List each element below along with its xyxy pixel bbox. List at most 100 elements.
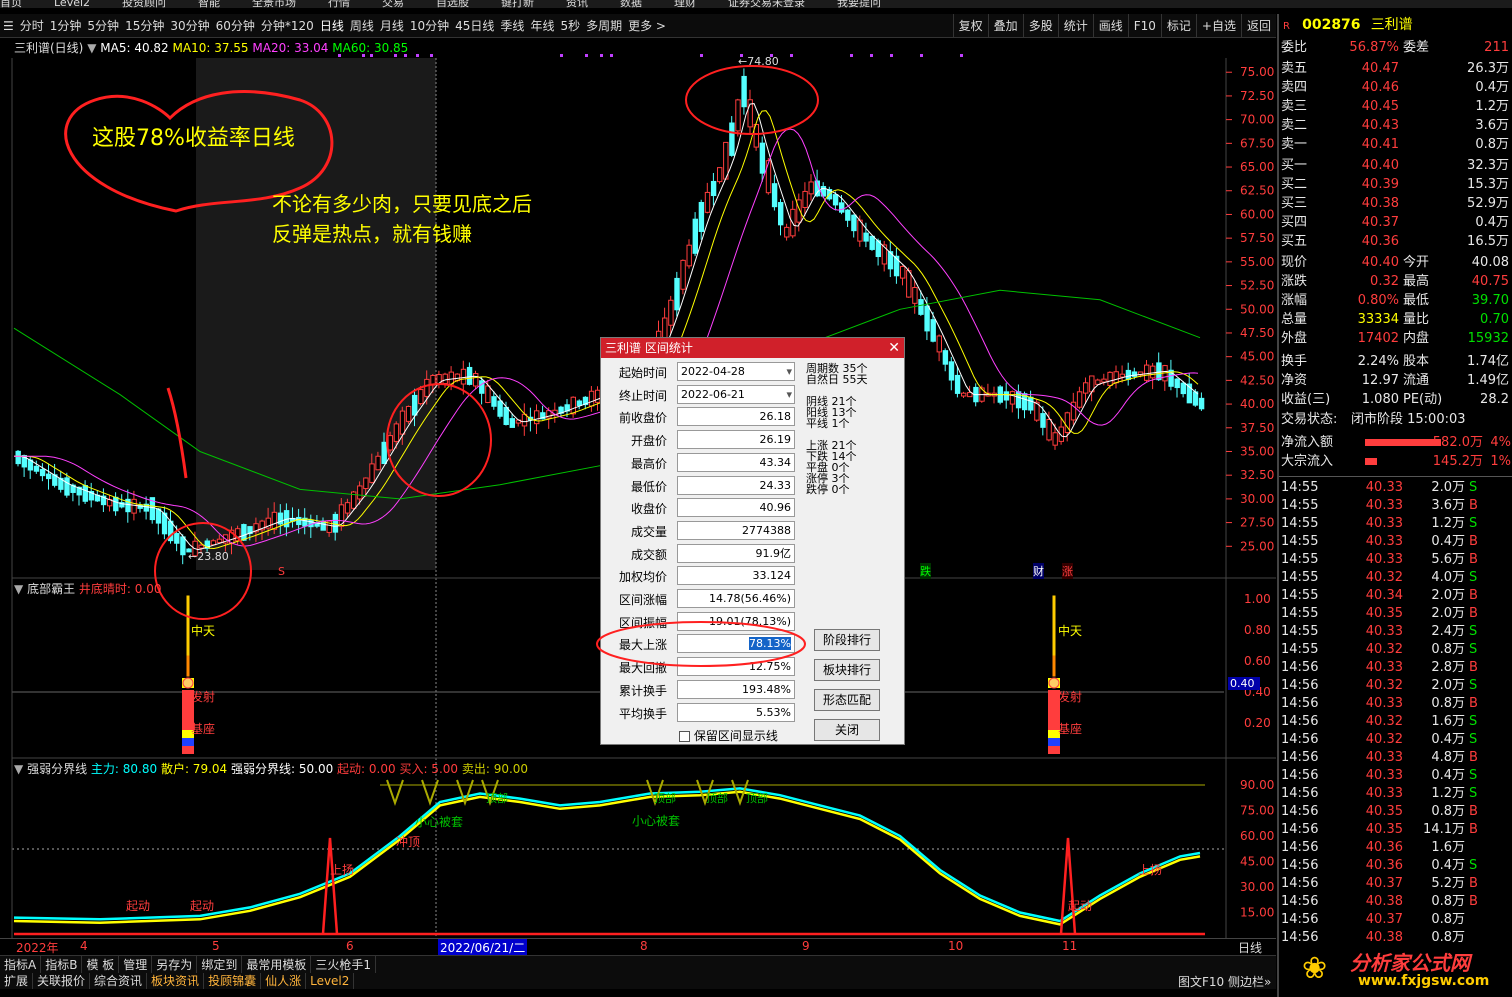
tick-side: S: [1469, 858, 1478, 873]
divider: [1279, 476, 1512, 477]
extension-tab[interactable]: 投顾锦囊: [204, 973, 262, 989]
extension-tab[interactable]: 扩展: [0, 973, 34, 989]
date-picker[interactable]: 2022-06-21 ▾: [677, 384, 795, 404]
extension-tab[interactable]: 板块资讯: [147, 973, 205, 989]
toolbar-button[interactable]: +自选: [1195, 14, 1241, 38]
collapse-icon[interactable]: ▼: [14, 582, 23, 596]
stat-label: 量比: [1403, 312, 1430, 327]
field-value: 5.53%: [677, 702, 795, 722]
top-menu-item[interactable]: 行情: [328, 0, 350, 8]
toolbar-button[interactable]: 复权: [952, 14, 988, 38]
period-tab[interactable]: 30分钟: [167, 14, 212, 38]
toolbar-button[interactable]: 返回: [1240, 14, 1276, 38]
ind2-sanhu: 散户: 79.04: [160, 762, 228, 776]
extension-tab[interactable]: 综合资讯: [90, 973, 148, 989]
period-tab[interactable]: 日线: [317, 14, 347, 38]
collapse-icon[interactable]: ▼: [14, 762, 23, 776]
toolbar-button[interactable]: 多股: [1022, 14, 1058, 38]
toolbar-button[interactable]: 画线: [1092, 14, 1128, 38]
tick-price: 40.33: [1365, 534, 1403, 549]
f10-sidebar-toggle[interactable]: 图文F10 侧边栏»: [1178, 973, 1271, 990]
close-icon[interactable]: ✕: [888, 338, 900, 358]
dialog-button[interactable]: 阶段排行: [814, 629, 880, 651]
indicator-tab[interactable]: 模 板: [82, 956, 120, 974]
top-menu-item[interactable]: 我要提问: [837, 0, 881, 8]
period-tab[interactable]: 5秒: [557, 14, 583, 38]
period-tab[interactable]: 分时: [17, 14, 47, 38]
date-picker[interactable]: 2022-04-28 ▾: [677, 362, 795, 381]
indicator-tab[interactable]: 另存为: [152, 956, 198, 974]
extension-tab[interactable]: 关联报价: [33, 973, 91, 989]
toolbar-button[interactable]: 叠加: [987, 14, 1023, 38]
dialog-titlebar[interactable]: 三利谱 区间统计 ✕: [601, 338, 904, 358]
period-label[interactable]: 日线: [1238, 939, 1262, 956]
tick-price: 40.32: [1365, 714, 1403, 729]
tick-time: 14:55: [1281, 642, 1319, 657]
top-menu-item[interactable]: 资讯: [566, 0, 588, 8]
top-menu-item[interactable]: 投资顾问: [122, 0, 166, 8]
toolbar-button[interactable]: 标记: [1160, 14, 1196, 38]
dialog-button[interactable]: 关闭: [814, 719, 880, 741]
top-menu-item[interactable]: 证券交易未登录: [728, 0, 805, 8]
period-tab[interactable]: 更多 >: [625, 14, 669, 38]
top-menu-item[interactable]: 交易: [382, 0, 404, 8]
toolbar-button[interactable]: 统计: [1057, 14, 1093, 38]
event-mark-die[interactable]: 跌: [920, 563, 931, 579]
period-tab[interactable]: 45日线: [452, 14, 497, 38]
period-tab[interactable]: 多周期: [583, 14, 625, 38]
indicator-tab[interactable]: 绑定到: [197, 956, 243, 974]
period-tab[interactable]: 分钟*120: [258, 14, 317, 38]
tick-time: 14:55: [1281, 516, 1319, 531]
bid-label: 买二: [1281, 177, 1308, 192]
extension-tab[interactable]: 仙人涨: [261, 973, 307, 989]
period-tab[interactable]: 周线: [347, 14, 377, 38]
indicator-tab[interactable]: 管理: [119, 956, 153, 974]
period-tab[interactable]: 5分钟: [84, 14, 122, 38]
period-tab[interactable]: 月线: [377, 14, 407, 38]
top-menu-item[interactable]: 理财: [674, 0, 696, 8]
tick-price: 40.36: [1365, 840, 1403, 855]
tick-price: 40.33: [1365, 660, 1403, 675]
price-tick: 72.50: [1240, 89, 1274, 103]
period-tab[interactable]: 10分钟: [407, 14, 452, 38]
dropdown-arrow-icon[interactable]: ▾: [786, 386, 792, 403]
event-mark-cai[interactable]: 财: [1033, 563, 1044, 579]
tick-side: S: [1469, 768, 1478, 783]
period-tab[interactable]: 15分钟: [122, 14, 167, 38]
keep-line-checkbox-row[interactable]: 保留区间显示线: [679, 727, 778, 744]
event-mark-zhang[interactable]: 涨: [1062, 563, 1073, 579]
top-menu-item[interactable]: 全景市场: [252, 0, 296, 8]
period-tab[interactable]: 1分钟: [47, 14, 85, 38]
event-mark-s[interactable]: S: [278, 565, 285, 578]
menu-icon[interactable]: ☰: [0, 14, 17, 38]
period-tab[interactable]: 60分钟: [213, 14, 258, 38]
extension-tab[interactable]: Level2: [306, 973, 355, 989]
stat-value: 1.49亿: [1467, 373, 1509, 388]
tick-volume: 4.0万: [1431, 570, 1465, 585]
top-menu-item[interactable]: 键打新: [501, 0, 534, 8]
indicator-tab[interactable]: 指标A: [0, 956, 42, 974]
top-menu-item[interactable]: 首页: [0, 0, 22, 8]
toolbar-button[interactable]: F10: [1127, 14, 1161, 38]
period-tab[interactable]: 年线: [527, 14, 557, 38]
indicator-tab[interactable]: 指标B: [41, 956, 83, 974]
price-tick: 37.50: [1240, 421, 1274, 435]
checkbox[interactable]: [679, 731, 690, 742]
dialog-button[interactable]: 板块排行: [814, 659, 880, 681]
candle: [399, 410, 406, 435]
top-menu-item[interactable]: Level2: [54, 0, 90, 8]
top-menu-item[interactable]: 数据: [620, 0, 642, 8]
stat-label: 内盘: [1403, 331, 1430, 346]
dropdown-arrow-icon[interactable]: ▾: [786, 363, 792, 380]
bid-price: 40.38: [1361, 196, 1399, 211]
top-menu-item[interactable]: 智能: [198, 0, 220, 8]
dialog-button[interactable]: 形态匹配: [814, 689, 880, 711]
indicator-tab[interactable]: 最常用模板: [242, 956, 312, 974]
stat-label: 最高: [1403, 274, 1430, 289]
ind1-bar-segment: [182, 746, 194, 754]
period-tab[interactable]: 季线: [497, 14, 527, 38]
indicator-tab[interactable]: 三火枪手1: [311, 956, 376, 974]
stat-value: 0.70: [1480, 312, 1509, 327]
top-menu-item[interactable]: 自选股: [436, 0, 469, 8]
candle: [381, 441, 387, 464]
